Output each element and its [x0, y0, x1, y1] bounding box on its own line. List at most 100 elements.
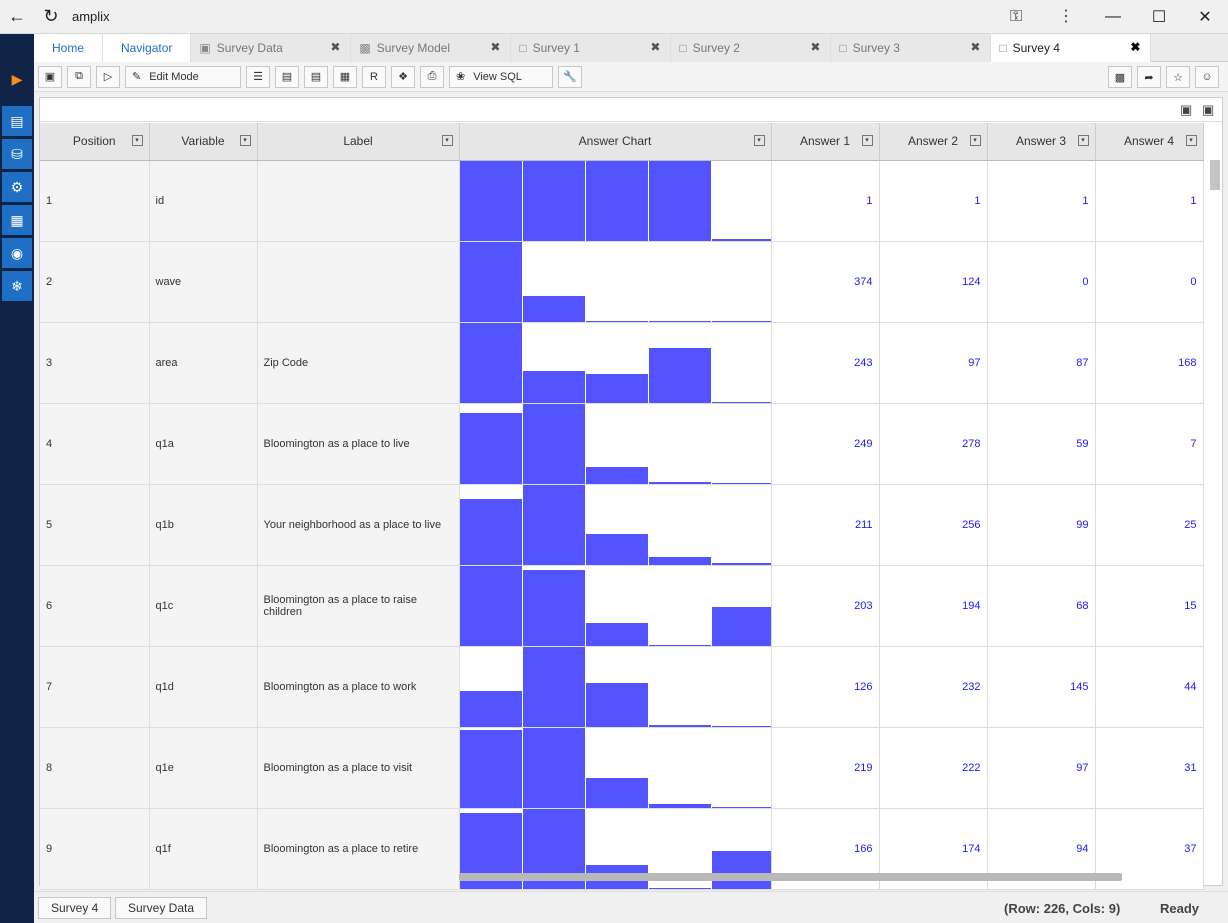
tab-survey-1[interactable]: □ Survey 1 ✖	[511, 34, 672, 62]
answer-value-cell[interactable]: 0	[987, 241, 1096, 323]
variable-cell[interactable]: q1d	[149, 646, 258, 728]
maximize-grid-icon[interactable]: ▣	[1202, 102, 1214, 118]
answer-value-cell[interactable]: 1	[1095, 160, 1204, 242]
answer-chart-cell[interactable]	[459, 403, 772, 485]
position-cell[interactable]: 9	[40, 808, 150, 890]
answer-value-cell[interactable]: 278	[879, 403, 988, 485]
close-icon[interactable]: ✖	[490, 40, 500, 54]
answer-value-cell[interactable]: 1	[879, 160, 988, 242]
variable-cell[interactable]: wave	[149, 241, 258, 323]
answer-value-cell[interactable]: 249	[771, 403, 880, 485]
answer-value-cell[interactable]: 87	[987, 322, 1096, 404]
database-icon[interactable]: ⛁	[2, 139, 32, 169]
label-cell[interactable]: Bloomington as a place to raise children	[257, 565, 460, 647]
label-cell[interactable]: Zip Code	[257, 322, 460, 404]
tab-survey-4[interactable]: □ Survey 4 ✖	[991, 34, 1152, 62]
answer-value-cell[interactable]: 168	[1095, 322, 1204, 404]
snowflake-icon[interactable]: ❄	[2, 271, 32, 301]
variable-cell[interactable]: q1f	[149, 808, 258, 890]
column-header[interactable]: Answer 2 ▾	[879, 123, 988, 161]
answer-value-cell[interactable]: 374	[771, 241, 880, 323]
label-cell[interactable]: Bloomington as a place to visit	[257, 727, 460, 809]
chart-icon[interactable]: ▤	[2, 106, 32, 136]
tab-survey-model[interactable]: ▩ Survey Model ✖	[351, 34, 512, 62]
position-cell[interactable]: 3	[40, 322, 150, 404]
table-icon[interactable]: ▦	[333, 65, 357, 88]
answer-value-cell[interactable]: 31	[1095, 727, 1204, 809]
answer-value-cell[interactable]: 44	[1095, 646, 1204, 728]
table-row[interactable]: 3 area Zip Code 243 97 87 168	[40, 322, 1204, 404]
answer-value-cell[interactable]: 97	[987, 727, 1096, 809]
close-icon[interactable]: ✖	[810, 40, 820, 54]
answer-value-cell[interactable]: 15	[1095, 565, 1204, 647]
star-icon[interactable]: ☆	[1166, 66, 1190, 88]
answer-value-cell[interactable]: 1	[987, 160, 1096, 242]
table-row[interactable]: 2 wave 374 124 0 0	[40, 241, 1204, 323]
label-cell[interactable]: Bloomington as a place to retire	[257, 808, 460, 890]
list-icon[interactable]: ☰	[246, 65, 270, 88]
minimize-button[interactable]: —	[1090, 0, 1136, 34]
r-icon[interactable]: R	[362, 65, 386, 88]
answer-chart-cell[interactable]	[459, 727, 772, 809]
more-vert-icon[interactable]: ⋮	[1058, 6, 1074, 26]
dropdown-icon[interactable]: ▾	[441, 135, 453, 146]
dropdown-icon[interactable]: ▾	[131, 135, 143, 146]
variable-cell[interactable]: q1e	[149, 727, 258, 809]
position-cell[interactable]: 6	[40, 565, 150, 647]
user-icon[interactable]: ☺	[1195, 66, 1219, 88]
answer-chart-cell[interactable]	[459, 646, 772, 728]
edit-mode-button[interactable]: ✎ Edit Mode	[125, 65, 241, 88]
column-header[interactable]: Position ▾	[40, 123, 150, 161]
position-cell[interactable]: 2	[40, 241, 150, 323]
close-icon[interactable]: ✖	[650, 40, 660, 54]
column-header[interactable]: Answer Chart ▾	[459, 123, 772, 161]
close-icon[interactable]: ✖	[970, 40, 980, 54]
variable-cell[interactable]: q1c	[149, 565, 258, 647]
card-icon[interactable]: ▤	[304, 65, 328, 88]
dropdown-icon[interactable]: ▾	[1077, 135, 1089, 146]
table-row[interactable]: 4 q1a Bloomington as a place to live 249 278…	[40, 403, 1204, 485]
close-icon[interactable]: ✖	[330, 40, 340, 54]
label-cell[interactable]	[257, 241, 460, 323]
gear-icon[interactable]: ⚙	[2, 172, 32, 202]
wrench-icon[interactable]: 🔧	[558, 65, 582, 88]
answer-value-cell[interactable]: 124	[879, 241, 988, 323]
copy-icon[interactable]: ⧉	[67, 65, 91, 88]
answer-value-cell[interactable]: 99	[987, 484, 1096, 566]
answer-value-cell[interactable]: 211	[771, 484, 880, 566]
answer-value-cell[interactable]: 222	[879, 727, 988, 809]
answer-value-cell[interactable]: 219	[771, 727, 880, 809]
run-icon[interactable]: ▷	[96, 65, 120, 88]
column-header[interactable]: Variable ▾	[149, 123, 258, 161]
back-arrow-icon[interactable]: ←	[0, 0, 34, 34]
answer-chart-cell[interactable]	[459, 241, 772, 323]
variable-cell[interactable]: id	[149, 160, 258, 242]
print-icon[interactable]: ⎙	[420, 65, 444, 88]
answer-value-cell[interactable]: 203	[771, 565, 880, 647]
answer-value-cell[interactable]: 256	[879, 484, 988, 566]
position-cell[interactable]: 1	[40, 160, 150, 242]
label-cell[interactable]	[257, 160, 460, 242]
eye-icon[interactable]: ◉	[2, 238, 32, 268]
answer-value-cell[interactable]: 97	[879, 322, 988, 404]
answer-value-cell[interactable]: 7	[1095, 403, 1204, 485]
answer-value-cell[interactable]: 232	[879, 646, 988, 728]
column-header[interactable]: Answer 1 ▾	[771, 123, 880, 161]
status-tab-survey-4[interactable]: Survey 4	[38, 897, 112, 919]
dropdown-icon[interactable]: ▾	[1185, 135, 1197, 146]
horizontal-scrollbar[interactable]	[459, 873, 1122, 881]
answer-chart-cell[interactable]	[459, 484, 772, 566]
dropdown-icon[interactable]: ▾	[969, 135, 981, 146]
table-row[interactable]: 7 q1d Bloomington as a place to work 126 232…	[40, 646, 1204, 728]
answer-value-cell[interactable]: 68	[987, 565, 1096, 647]
label-cell[interactable]: Bloomington as a place to live	[257, 403, 460, 485]
answer-value-cell[interactable]: 25	[1095, 484, 1204, 566]
play-panel-icon[interactable]: ▶	[2, 64, 32, 94]
column-header[interactable]: Label ▾	[257, 123, 460, 161]
position-cell[interactable]: 7	[40, 646, 150, 728]
column-header[interactable]: Answer 4 ▾	[1095, 123, 1204, 161]
status-tab-survey-data[interactable]: Survey Data	[115, 897, 208, 919]
breadcrumb-home[interactable]: Home	[34, 34, 104, 62]
answer-chart-cell[interactable]	[459, 565, 772, 647]
table-row[interactable]: 8 q1e Bloomington as a place to visit 219 22…	[40, 727, 1204, 809]
